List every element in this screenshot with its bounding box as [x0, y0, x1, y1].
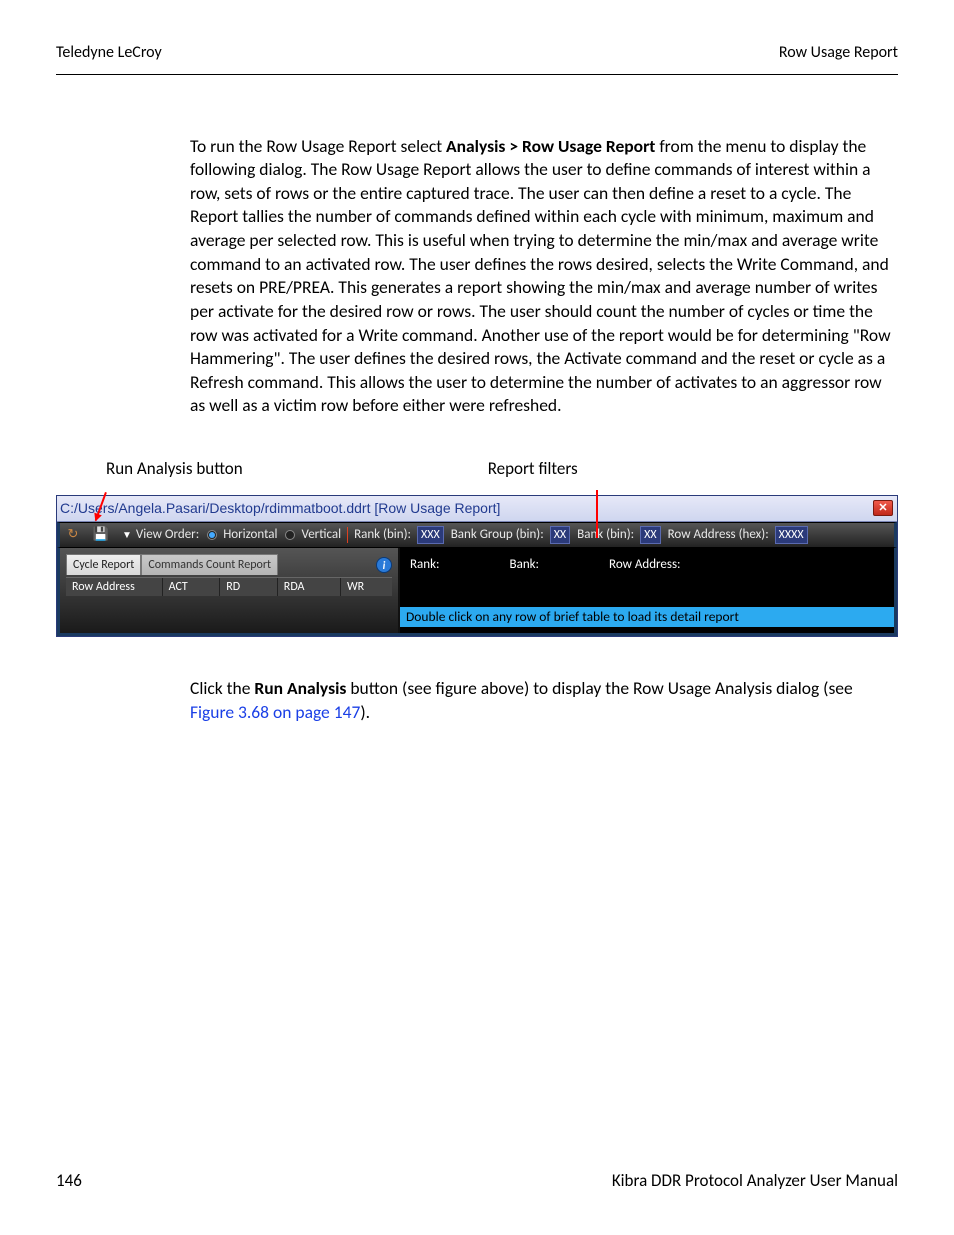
col-rd[interactable]: RD [220, 578, 278, 596]
view-order-label: View Order: [136, 526, 199, 544]
page-number: 146 [56, 1170, 82, 1193]
annotation-line-2 [596, 490, 598, 538]
tab-cycle-report[interactable]: Cycle Report [66, 554, 141, 575]
panels: Cycle Report Commands Count Report i Row… [57, 548, 897, 636]
rp-rowaddr: Row Address: [609, 556, 681, 574]
horizontal-radio[interactable] [207, 530, 217, 540]
lower-a: Click the [190, 677, 254, 699]
vertical-label: Vertical [301, 526, 341, 544]
header-left: Teledyne LeCroy [56, 42, 162, 64]
window-title: C:/Users/Angela.Pasari/Desktop/rdimmatbo… [60, 499, 500, 518]
close-icon[interactable]: ✕ [873, 500, 893, 516]
bankgroup-label: Bank Group (bin): [451, 526, 544, 544]
left-panel: Cycle Report Commands Count Report i Row… [60, 548, 400, 633]
rp-bank: Bank: [510, 556, 540, 574]
hint-bar: Double click on any row of brief table t… [400, 607, 894, 627]
dropdown-icon[interactable]: ▼ [122, 528, 132, 542]
col-rda[interactable]: RDA [278, 578, 341, 596]
header-right: Row Usage Report [779, 42, 898, 64]
col-act[interactable]: ACT [163, 578, 221, 596]
col-wr[interactable]: WR [341, 578, 392, 596]
toolbar: ↻ 💾 ▼ View Order: Horizontal Vertical Ra… [57, 522, 897, 548]
header-rule [56, 74, 898, 75]
run-analysis-bold: Run Analysis [254, 677, 346, 699]
intro-paragraph: To run the Row Usage Report select Analy… [190, 135, 898, 419]
page-footer: 146 Kibra DDR Protocol Analyzer User Man… [56, 1170, 898, 1193]
bankgroup-input[interactable]: XX [550, 526, 570, 544]
annotation-report-filters: Report filters [488, 458, 578, 481]
annotation-run-analysis: Run Analysis button [106, 458, 243, 481]
para1a: To run the Row Usage Report select [190, 135, 446, 157]
col-rowaddr[interactable]: Row Address [66, 578, 163, 596]
bank-label: Bank (bin): [577, 526, 634, 544]
tab-commands-count[interactable]: Commands Count Report [141, 554, 278, 575]
manual-title: Kibra DDR Protocol Analyzer User Manual [612, 1170, 898, 1193]
right-panel: Rank: Bank: Row Address: Double click on… [400, 548, 894, 633]
rowaddr-input[interactable]: XXXX [775, 526, 808, 544]
vertical-radio[interactable] [285, 530, 295, 540]
window-titlebar: C:/Users/Angela.Pasari/Desktop/rdimmatbo… [57, 496, 897, 522]
lower-paragraph: Click the Run Analysis button (see figur… [190, 677, 898, 724]
info-icon[interactable]: i [376, 557, 392, 573]
right-panel-headers: Rank: Bank: Row Address: [400, 548, 894, 582]
tabs-row: Cycle Report Commands Count Report i [66, 554, 392, 575]
lower-c: ). [360, 701, 370, 723]
para1b: from the menu to display the following d… [190, 135, 891, 417]
horizontal-label: Horizontal [223, 526, 277, 544]
row-usage-report-window: C:/Users/Angela.Pasari/Desktop/rdimmatbo… [56, 495, 898, 637]
save-icon[interactable]: 💾 [92, 526, 110, 544]
rp-rank: Rank: [410, 556, 440, 574]
menu-path: Analysis > Row Usage Report [446, 135, 655, 157]
separator-icon [347, 527, 348, 543]
lower-b: button (see figure above) to display the… [346, 677, 852, 699]
column-headers: Row Address ACT RD RDA WR [66, 577, 392, 596]
rowaddr-label: Row Address (hex): [668, 526, 769, 544]
bank-input[interactable]: XX [640, 526, 660, 544]
figure-ref-link[interactable]: Figure 3.68 on page 147 [190, 701, 360, 723]
rank-input[interactable]: XXX [417, 526, 444, 544]
page-header: Teledyne LeCroy Row Usage Report [0, 0, 954, 70]
figure-annotations: Run Analysis button Report filters [56, 458, 898, 481]
rank-label: Rank (bin): [354, 526, 411, 544]
run-analysis-icon[interactable]: ↻ [64, 526, 82, 544]
